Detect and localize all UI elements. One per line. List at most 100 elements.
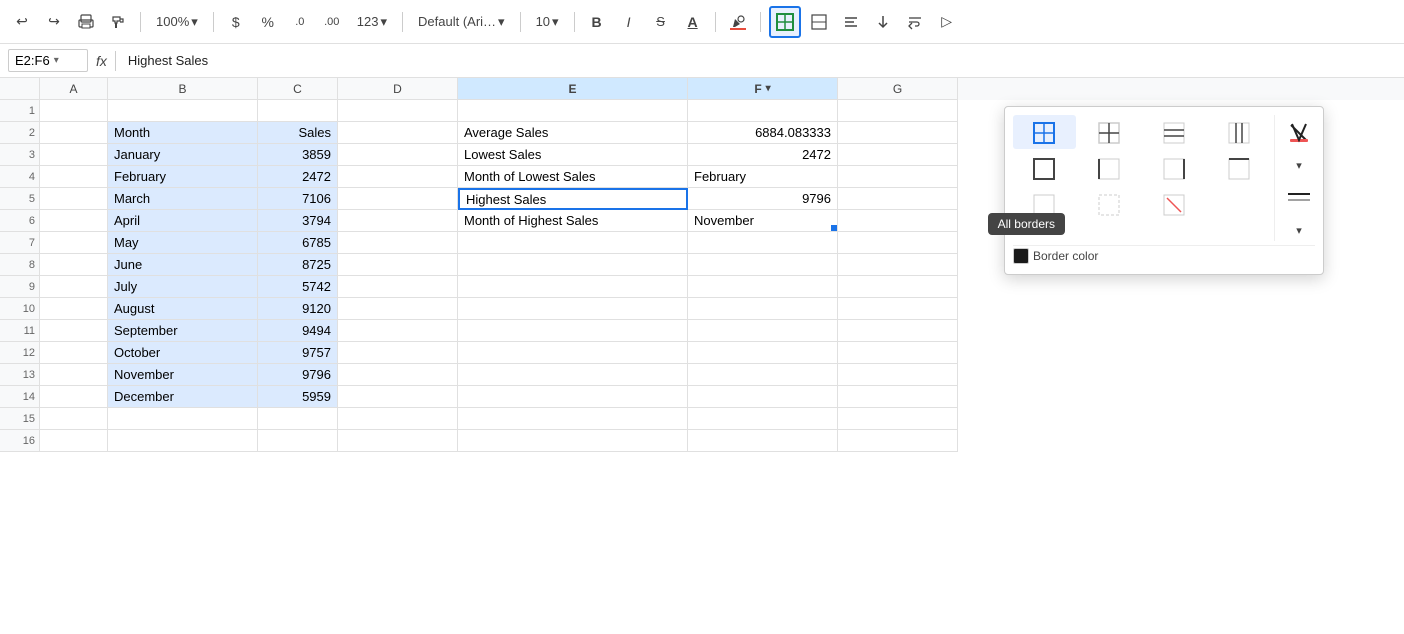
cell-a12[interactable]: [40, 342, 108, 364]
cell-b9[interactable]: July: [108, 276, 258, 298]
cell-c13[interactable]: 9796: [258, 364, 338, 386]
cell-f13[interactable]: [688, 364, 838, 386]
cell-g14[interactable]: [838, 386, 958, 408]
cell-f11[interactable]: [688, 320, 838, 342]
outer-borders-button[interactable]: [1013, 151, 1076, 185]
borders-button[interactable]: [769, 6, 801, 38]
cell-a10[interactable]: [40, 298, 108, 320]
vertical-borders-button[interactable]: [1207, 115, 1270, 149]
cell-b3[interactable]: January: [108, 144, 258, 166]
italic-button[interactable]: I: [615, 8, 643, 36]
cell-e6[interactable]: Month of Highest Sales: [458, 210, 688, 232]
cell-e12[interactable]: [458, 342, 688, 364]
cell-a14[interactable]: [40, 386, 108, 408]
redo-button[interactable]: ↪: [40, 8, 68, 36]
cell-a9[interactable]: [40, 276, 108, 298]
cell-d11[interactable]: [338, 320, 458, 342]
text-color-button[interactable]: A: [679, 8, 707, 36]
cell-d4[interactable]: [338, 166, 458, 188]
border-style-options-chevron[interactable]: ▾: [1283, 218, 1315, 241]
cell-e5[interactable]: Highest Sales: [458, 188, 688, 210]
cell-e11[interactable]: [458, 320, 688, 342]
cell-b10[interactable]: August: [108, 298, 258, 320]
cell-e7[interactable]: [458, 232, 688, 254]
cell-b4[interactable]: February: [108, 166, 258, 188]
valign-button[interactable]: [869, 8, 897, 36]
cell-f7[interactable]: [688, 232, 838, 254]
cell-c10[interactable]: 9120: [258, 298, 338, 320]
cell-c16[interactable]: [258, 430, 338, 452]
zoom-select[interactable]: 100% ▾: [149, 8, 205, 36]
cell-f5[interactable]: 9796: [688, 188, 838, 210]
cell-a7[interactable]: [40, 232, 108, 254]
cell-b12[interactable]: October: [108, 342, 258, 364]
cell-c4[interactable]: 2472: [258, 166, 338, 188]
cell-g1[interactable]: [838, 100, 958, 122]
cell-f15[interactable]: [688, 408, 838, 430]
formula-input[interactable]: Highest Sales: [124, 53, 1396, 68]
cell-g4[interactable]: [838, 166, 958, 188]
cell-b8[interactable]: June: [108, 254, 258, 276]
cell-c12[interactable]: 9757: [258, 342, 338, 364]
cell-c11[interactable]: 9494: [258, 320, 338, 342]
cell-c8[interactable]: 8725: [258, 254, 338, 276]
cell-d13[interactable]: [338, 364, 458, 386]
fill-color-button[interactable]: [724, 8, 752, 36]
horizontal-borders-button[interactable]: [1143, 115, 1206, 149]
cell-a11[interactable]: [40, 320, 108, 342]
cell-a13[interactable]: [40, 364, 108, 386]
decimal-increase-button[interactable]: .00: [318, 8, 346, 36]
cell-d6[interactable]: [338, 210, 458, 232]
cell-a4[interactable]: [40, 166, 108, 188]
cell-b15[interactable]: [108, 408, 258, 430]
col-header-g[interactable]: G: [838, 78, 958, 100]
cell-a1[interactable]: [40, 100, 108, 122]
cell-d3[interactable]: [338, 144, 458, 166]
cell-g5[interactable]: [838, 188, 958, 210]
cell-c3[interactable]: 3859: [258, 144, 338, 166]
cell-a2[interactable]: [40, 122, 108, 144]
no-borders-button[interactable]: [1078, 187, 1141, 221]
col-header-d[interactable]: D: [338, 78, 458, 100]
decimal-decrease-button[interactable]: .0: [286, 8, 314, 36]
cell-a8[interactable]: [40, 254, 108, 276]
font-name-select[interactable]: Default (Ari… ▾: [411, 8, 512, 36]
border-color-button[interactable]: [1283, 115, 1315, 149]
cell-d8[interactable]: [338, 254, 458, 276]
cell-f8[interactable]: [688, 254, 838, 276]
cell-e16[interactable]: [458, 430, 688, 452]
cell-f2[interactable]: 6884.083333: [688, 122, 838, 144]
cell-f14[interactable]: [688, 386, 838, 408]
cell-e14[interactable]: [458, 386, 688, 408]
cell-d2[interactable]: [338, 122, 458, 144]
cell-c9[interactable]: 5742: [258, 276, 338, 298]
cell-d9[interactable]: [338, 276, 458, 298]
cell-b14[interactable]: December: [108, 386, 258, 408]
cell-f10[interactable]: [688, 298, 838, 320]
strikethrough-button[interactable]: S: [647, 8, 675, 36]
top-border-button[interactable]: [1207, 151, 1270, 185]
cell-c2[interactable]: Sales: [258, 122, 338, 144]
cell-c6[interactable]: 3794: [258, 210, 338, 232]
cell-c5[interactable]: 7106: [258, 188, 338, 210]
cell-g8[interactable]: [838, 254, 958, 276]
number-format-select[interactable]: 123 ▾: [350, 8, 394, 36]
left-border-button[interactable]: [1078, 151, 1141, 185]
cell-f12[interactable]: [688, 342, 838, 364]
cell-a3[interactable]: [40, 144, 108, 166]
cell-reference[interactable]: E2:F6 ▾: [8, 49, 88, 72]
cell-b5[interactable]: March: [108, 188, 258, 210]
cell-e4[interactable]: Month of Lowest Sales: [458, 166, 688, 188]
cell-e1[interactable]: [458, 100, 688, 122]
cell-c1[interactable]: [258, 100, 338, 122]
clear-borders-button[interactable]: [1143, 187, 1206, 221]
cell-a5[interactable]: [40, 188, 108, 210]
col-header-e[interactable]: E: [458, 78, 688, 100]
cell-g7[interactable]: [838, 232, 958, 254]
text-wrap-button[interactable]: [901, 8, 929, 36]
cell-d12[interactable]: [338, 342, 458, 364]
cell-f4[interactable]: February: [688, 166, 838, 188]
cell-f16[interactable]: [688, 430, 838, 452]
percent-button[interactable]: %: [254, 8, 282, 36]
cell-d10[interactable]: [338, 298, 458, 320]
